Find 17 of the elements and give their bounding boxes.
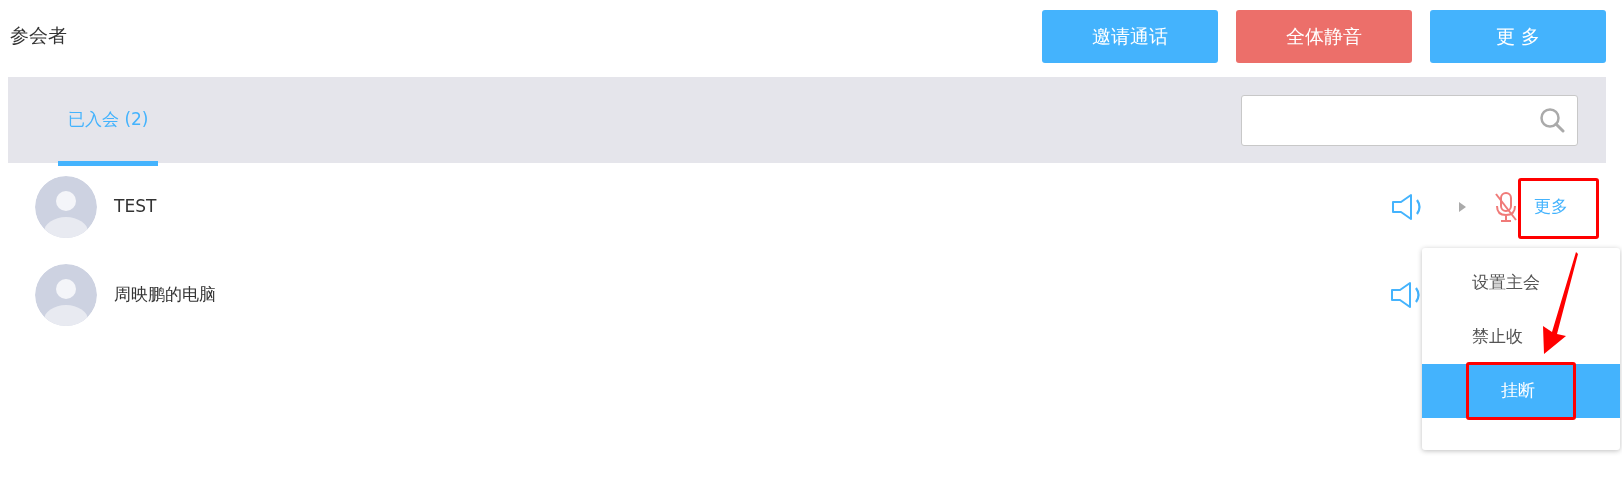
avatar-icon [35,176,97,238]
header-button[interactable]: 邀请通话 [1042,10,1218,63]
participant-name: 周映鹏的电脑 [114,283,216,307]
microphone-icon[interactable] [1494,191,1518,223]
header-button[interactable]: 更 多 [1430,10,1606,63]
menu-item[interactable]: 设置主会 [1422,256,1620,310]
participant-name: TEST [114,195,157,219]
search-icon [1539,107,1565,133]
menu-item[interactable]: 挂断 [1422,364,1620,418]
search-field[interactable] [1241,94,1578,146]
mute-all-button[interactable]: 全体静音 [1236,10,1412,63]
menu-item[interactable]: 禁止收 [1422,310,1620,364]
tab[interactable]: 已入会 (2) [58,79,159,166]
caret-icon[interactable] [1459,202,1466,212]
avatar-icon [35,264,97,326]
panel-title: 参会者 [10,23,67,49]
more-link[interactable]: 更多 [1518,177,1584,237]
